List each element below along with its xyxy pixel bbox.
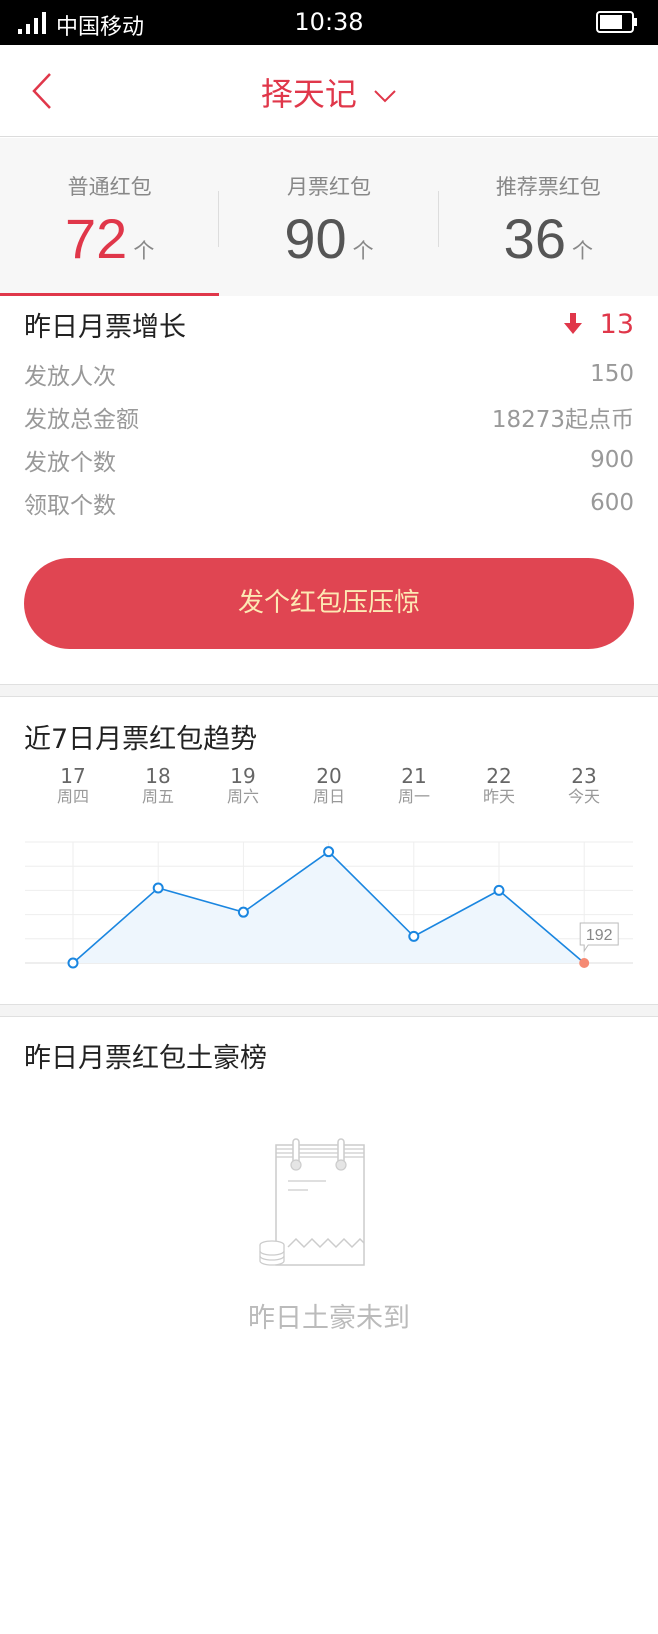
tab-recommend-ticket-redpacket[interactable]: 推荐票红包 36 个 bbox=[439, 138, 658, 296]
day-weekday: 周四 bbox=[56, 787, 89, 806]
trend-point bbox=[67, 957, 79, 969]
stats-header: 昨日月票增长 13 bbox=[24, 296, 634, 352]
day-weekday: 周一 bbox=[397, 787, 430, 806]
stats-row: 发放人次 150 bbox=[24, 352, 634, 395]
redpacket-type-tabs: 普通红包 72 个 月票红包 90 个 推荐票红包 36 个 bbox=[0, 138, 658, 296]
stats-row-label: 发放总金额 bbox=[24, 406, 139, 433]
tab-count-value: 90 bbox=[284, 207, 347, 270]
trend-point-highlight bbox=[579, 958, 590, 968]
chevron-down-icon bbox=[374, 90, 396, 103]
book-title-dropdown[interactable]: 择天记 bbox=[0, 69, 658, 115]
rank-title: 昨日月票红包土豪榜 bbox=[24, 1043, 267, 1074]
day-label: 20 周日 bbox=[289, 765, 369, 807]
day-label: 17 周四 bbox=[33, 765, 113, 807]
day-date: 18 bbox=[145, 764, 171, 788]
tab-count-unit: 个 bbox=[133, 240, 155, 263]
trend-day-labels: 17 周四 18 周五 19 周六 20 周日 21 周一 22 昨天 23 今天 bbox=[0, 765, 658, 815]
arrow-down-icon bbox=[563, 313, 582, 334]
stats-row: 发放总金额 18273起点币 bbox=[24, 395, 634, 438]
nav-bar: 择天记 bbox=[0, 45, 658, 137]
tab-count: 36 个 bbox=[439, 206, 658, 271]
tab-count: 72 个 bbox=[0, 206, 219, 271]
trend-point bbox=[152, 882, 164, 894]
day-date: 19 bbox=[230, 764, 256, 788]
tab-count-unit: 个 bbox=[571, 240, 593, 263]
tab-monthly-ticket-redpacket[interactable]: 月票红包 90 个 bbox=[219, 138, 439, 296]
empty-state-text: 昨日土豪未到 bbox=[248, 1303, 410, 1334]
day-date: 20 bbox=[316, 764, 342, 788]
day-label: 22 昨天 bbox=[459, 765, 539, 807]
day-weekday: 周六 bbox=[226, 787, 259, 806]
stats-row-value: 150 bbox=[590, 360, 634, 387]
stats-title: 昨日月票增长 bbox=[24, 311, 186, 343]
stats-row-label: 发放个数 bbox=[24, 449, 116, 476]
stats-row: 发放个数 900 bbox=[24, 438, 634, 481]
send-redpacket-button[interactable]: 发个红包压压惊 bbox=[24, 558, 634, 649]
tab-label: 月票红包 bbox=[286, 175, 371, 199]
trend-point bbox=[493, 884, 505, 896]
stats-row: 领取个数 600 bbox=[24, 481, 634, 524]
trend-point bbox=[408, 930, 420, 942]
stats-row-value: 900 bbox=[590, 446, 634, 473]
page-title: 择天记 bbox=[260, 75, 357, 113]
section-divider bbox=[0, 1004, 658, 1017]
yesterday-stats: 昨日月票增长 13 发放人次 150 发放总金额 18273起点币 发放个数 900 … bbox=[0, 296, 658, 524]
day-date: 21 bbox=[401, 764, 427, 788]
notepad-coins-icon bbox=[259, 1138, 365, 1266]
day-date: 23 bbox=[571, 764, 597, 788]
tab-count-value: 72 bbox=[65, 207, 128, 270]
value-tooltip-label: 192 bbox=[586, 927, 613, 944]
day-weekday: 周日 bbox=[312, 787, 345, 806]
day-date: 17 bbox=[60, 764, 86, 788]
battery-icon bbox=[596, 11, 637, 33]
stats-row-label: 领取个数 bbox=[24, 492, 116, 519]
trend-line-chart: 192 bbox=[25, 841, 633, 969]
tab-count: 90 个 bbox=[219, 206, 438, 271]
status-bar: 中国移动 10:38 bbox=[0, 0, 658, 45]
stats-delta-value: 13 bbox=[599, 308, 634, 340]
stats-delta: 13 bbox=[563, 308, 634, 340]
tab-normal-redpacket[interactable]: 普通红包 72 个 bbox=[0, 138, 220, 296]
stats-row-value: 18273起点币 bbox=[491, 406, 634, 433]
day-label: 18 周五 bbox=[118, 765, 198, 807]
section-divider bbox=[0, 684, 658, 697]
trend-point bbox=[323, 846, 335, 858]
tab-count-value: 36 bbox=[503, 207, 566, 270]
day-weekday: 昨天 bbox=[482, 787, 515, 806]
tab-count-unit: 个 bbox=[352, 240, 374, 263]
trend-title: 近7日月票红包趋势 bbox=[24, 724, 258, 755]
stats-row-value: 600 bbox=[590, 489, 634, 516]
trend-area bbox=[73, 851, 585, 963]
day-weekday: 周五 bbox=[141, 787, 174, 806]
tab-label: 推荐票红包 bbox=[495, 175, 601, 199]
stats-row-label: 发放人次 bbox=[24, 363, 116, 390]
trend-point bbox=[237, 906, 249, 918]
day-weekday: 今天 bbox=[567, 787, 600, 806]
day-date: 22 bbox=[486, 764, 512, 788]
day-label: 21 周一 bbox=[374, 765, 454, 807]
tab-label: 普通红包 bbox=[67, 175, 152, 199]
day-label: 19 周六 bbox=[203, 765, 283, 807]
day-label: 23 今天 bbox=[544, 765, 624, 807]
clock: 10:38 bbox=[294, 8, 364, 36]
